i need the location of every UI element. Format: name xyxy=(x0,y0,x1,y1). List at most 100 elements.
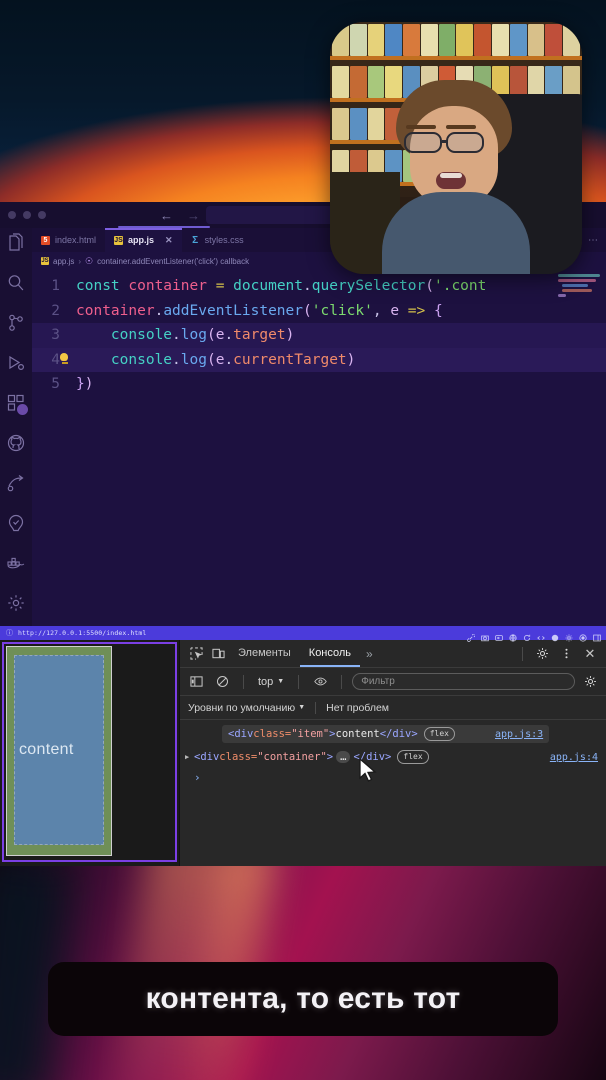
symbol-event-icon: ☉ xyxy=(85,255,94,266)
link-icon[interactable] xyxy=(467,629,476,642)
log-source-link[interactable]: app.js:3 xyxy=(495,729,543,740)
sidebar-item-github[interactable] xyxy=(6,433,26,453)
camera-icon[interactable] xyxy=(481,629,489,642)
tab-index-html[interactable]: 5 index.html xyxy=(32,228,105,252)
log-attr-value: "item" xyxy=(291,728,330,740)
eyeglasses xyxy=(446,132,484,153)
breadcrumb-symbol[interactable]: container.addEventListener('click') call… xyxy=(97,257,249,266)
divider xyxy=(341,674,343,689)
console-sidebar-icon[interactable] xyxy=(185,672,207,692)
minimap-line xyxy=(558,274,600,277)
sidebar-item-extensions[interactable] xyxy=(6,393,29,416)
flex-badge[interactable]: flex xyxy=(423,727,455,741)
close-button[interactable] xyxy=(8,211,16,219)
tab-styles-css[interactable]: Σ styles.css xyxy=(182,228,253,252)
console-output[interactable]: <div class= "item" > content </div> flex app… xyxy=(180,720,606,866)
minimap-line xyxy=(562,284,588,287)
breadcrumb-file[interactable]: app.js xyxy=(53,257,74,266)
context-selector[interactable]: top ▼ xyxy=(254,676,288,688)
window-controls[interactable] xyxy=(8,211,46,219)
subtitle-caption: контента, то есть тот xyxy=(48,962,558,1036)
divider xyxy=(315,701,317,714)
eyebrow xyxy=(406,125,436,129)
minimize-button[interactable] xyxy=(23,211,31,219)
browser-window: ⓘ http://127.0.0.1:5500/index.html conte… xyxy=(0,626,606,866)
forward-arrow-icon[interactable]: → xyxy=(187,208,200,223)
moon-icon[interactable] xyxy=(551,629,559,642)
lightbulb-icon[interactable] xyxy=(60,352,70,366)
code-editor[interactable]: 1 const container = document.querySelecto… xyxy=(32,270,606,397)
code-icon[interactable] xyxy=(537,629,545,640)
filter-input[interactable]: Фильтр xyxy=(352,673,575,690)
live-expression-icon[interactable] xyxy=(309,672,331,692)
maximize-button[interactable] xyxy=(38,211,46,219)
eyeglasses xyxy=(404,132,442,153)
panel-icon[interactable] xyxy=(593,629,601,642)
log-tag-close: </div> xyxy=(379,728,418,740)
log-attr: class= xyxy=(219,751,258,763)
line-number: 3 xyxy=(51,327,60,343)
log-ellipsis[interactable]: … xyxy=(336,751,351,763)
flex-badge[interactable]: flex xyxy=(397,750,429,764)
more-tabs-icon[interactable]: » xyxy=(360,647,379,661)
log-levels-dropdown[interactable]: Уровни по умолчанию ▼ xyxy=(188,702,305,714)
sidebar-item-docker[interactable] xyxy=(6,553,26,573)
tab-label: app.js xyxy=(128,235,155,245)
gear-small-icon[interactable] xyxy=(565,629,573,642)
console-log-entry[interactable]: ▶ <div class= "container" >… </div> flex ap… xyxy=(180,747,606,767)
css-icon: Σ xyxy=(192,234,199,246)
expand-triangle-icon[interactable]: ▶ xyxy=(185,753,189,761)
browser-content: content Элементы Консоль » ✕ top ▼ Фильт… xyxy=(0,640,606,866)
console-prompt[interactable]: › xyxy=(180,767,606,784)
console-toolbar: top ▼ Фильтр xyxy=(180,668,606,696)
console-log-entry[interactable]: <div class= "item" > content </div> flex app… xyxy=(222,725,550,743)
address-bar-url[interactable]: http://127.0.0.1:5500/index.html xyxy=(18,629,146,637)
refresh-icon[interactable] xyxy=(523,629,531,642)
vscode-body: 5 index.html JS app.js ✕ Σ styles.css ◫ xyxy=(0,228,606,626)
globe-icon[interactable] xyxy=(509,629,517,642)
js-icon: JS xyxy=(41,257,49,265)
window-icon[interactable] xyxy=(495,629,503,641)
presenter-webcam xyxy=(330,22,582,274)
log-tag-open: <div xyxy=(228,728,254,740)
log-attr: class= xyxy=(253,728,292,740)
sidebar-item-explorer[interactable] xyxy=(6,233,26,253)
filter-placeholder: Фильтр xyxy=(361,676,395,687)
info-icon[interactable]: ⓘ xyxy=(6,628,13,638)
log-source-link[interactable]: app.js:4 xyxy=(550,752,598,763)
log-levels-label: Уровни по умолчанию xyxy=(188,701,296,714)
editor-minimap[interactable] xyxy=(552,272,606,622)
preview-item-div[interactable]: content xyxy=(14,655,104,845)
minimap-line xyxy=(562,289,592,292)
sidebar-item-source-control[interactable] xyxy=(6,313,26,333)
activity-bar xyxy=(0,228,32,626)
tab-console[interactable]: Консоль xyxy=(299,640,361,667)
more-actions-icon[interactable]: ⋯ xyxy=(588,235,598,246)
sidebar-item-run-debug[interactable] xyxy=(6,353,26,373)
log-text: content xyxy=(335,728,380,740)
clear-console-icon[interactable] xyxy=(211,672,233,692)
editor-area: 5 index.html JS app.js ✕ Σ styles.css ◫ xyxy=(32,228,606,626)
record-icon[interactable] xyxy=(579,629,587,642)
console-settings-icon[interactable] xyxy=(579,672,601,692)
html5-icon: 5 xyxy=(41,235,50,245)
presenter-figure xyxy=(382,80,530,274)
preview-container-div[interactable]: content xyxy=(6,646,112,856)
kebab-menu-icon[interactable] xyxy=(555,644,577,664)
sidebar-item-remote[interactable] xyxy=(6,473,26,493)
close-icon[interactable]: ✕ xyxy=(165,235,173,246)
tab-elements[interactable]: Элементы xyxy=(229,640,300,667)
tab-label: index.html xyxy=(55,235,97,245)
gear-icon[interactable] xyxy=(531,644,553,664)
tab-app-js[interactable]: JS app.js ✕ xyxy=(105,228,182,252)
sidebar-item-settings[interactable] xyxy=(6,593,26,613)
back-arrow-icon[interactable]: ← xyxy=(160,208,173,223)
rendered-page-preview[interactable]: content xyxy=(0,640,180,866)
browser-address-bar[interactable]: ⓘ http://127.0.0.1:5500/index.html xyxy=(0,626,606,642)
sidebar-item-search[interactable] xyxy=(6,273,26,293)
editor-navigation[interactable]: ← → xyxy=(160,202,200,228)
inspect-icon[interactable] xyxy=(185,644,207,664)
device-toolbar-icon[interactable] xyxy=(207,644,229,664)
sidebar-item-testing[interactable] xyxy=(6,513,26,533)
close-icon[interactable]: ✕ xyxy=(579,644,601,664)
